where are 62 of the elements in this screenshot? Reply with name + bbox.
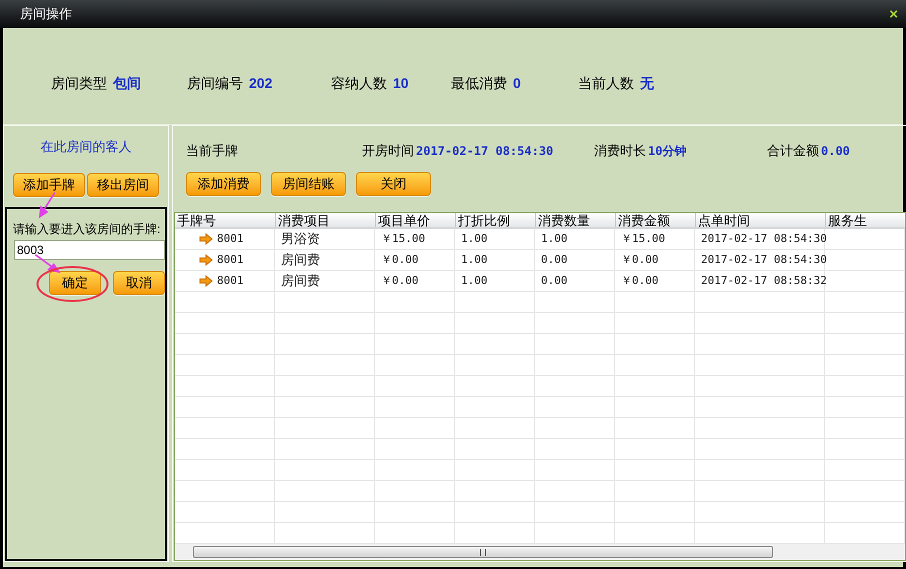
table-cell-text: 8001: [217, 252, 244, 268]
action-button[interactable]: 确定: [49, 270, 101, 294]
table-cell-text: 1.00: [461, 272, 488, 289]
info-label: 当前人数: [578, 74, 634, 92]
info-value: 无: [640, 74, 654, 92]
stat-value: 0.00: [821, 143, 850, 160]
scrollbar-thumb[interactable]: [193, 546, 773, 558]
table-cell-text: 2017-02-17 08:54:30: [701, 252, 827, 268]
close-button[interactable]: ×: [889, 6, 898, 22]
stat-value: 10分钟: [648, 143, 686, 160]
arrow-icon: [199, 233, 213, 245]
table-cell-text: 2017-02-17 08:54:30: [701, 230, 827, 247]
table-cell-text: ￥15.00: [621, 230, 666, 247]
current-tag-label: 当前手牌: [186, 142, 239, 160]
action-button[interactable]: 添加手牌: [13, 172, 85, 196]
stat-label: 消费时长: [594, 142, 646, 160]
table-cell-text: 0.00: [541, 272, 568, 289]
table-cell-text: ￥0.00: [381, 272, 418, 289]
stat-label: 开房时间: [362, 142, 414, 160]
table-cell-text: 1.00: [461, 252, 488, 268]
table-cell-text: 0.00: [541, 252, 568, 268]
action-button[interactable]: 移出房间: [87, 172, 159, 196]
column-header[interactable]: 服务生: [825, 213, 905, 227]
table-cell-text: 1.00: [461, 230, 488, 247]
info-value: 0: [513, 74, 521, 92]
column-header[interactable]: 打折比例: [455, 213, 535, 227]
info-value: 202: [249, 74, 272, 92]
info-value: 包间: [113, 74, 141, 92]
action-button[interactable]: 关闭: [356, 172, 431, 196]
info-value: 10: [393, 74, 409, 92]
prompt-label: 请输入要进入该房间的手牌:: [13, 220, 160, 236]
info-label: 最低消费: [451, 74, 507, 92]
table-cell-text: 房间费: [281, 251, 320, 270]
action-button[interactable]: 添加消费: [186, 172, 261, 196]
arrow-icon: [199, 254, 213, 266]
info-label: 房间编号: [187, 74, 243, 92]
stat-value: 2017-02-17 08:54:30: [416, 143, 554, 160]
table-cell-text: 男浴资: [281, 230, 320, 248]
info-label: 房间类型: [51, 74, 107, 92]
window-title: 房间操作: [20, 5, 72, 24]
panel-title: 在此房间的客人: [40, 138, 132, 156]
table-cell-text: 8001: [217, 230, 244, 247]
tag-input-field[interactable]: 8003: [14, 240, 165, 260]
action-button[interactable]: 房间结账: [271, 172, 346, 196]
action-button[interactable]: 取消: [113, 270, 165, 294]
arrow-icon: [199, 275, 213, 287]
column-header[interactable]: 点单时间: [695, 213, 825, 227]
column-header[interactable]: 消费金额: [615, 213, 695, 227]
column-header[interactable]: 手牌号: [175, 213, 275, 227]
table-cell-text: 8001: [217, 272, 244, 289]
table-cell-text: ￥0.00: [381, 252, 418, 268]
table-cell-text: ￥0.00: [621, 272, 658, 289]
table-cell-text: 2017-02-17 08:58:32: [701, 272, 827, 289]
column-header[interactable]: 消费项目: [275, 213, 375, 227]
table-cell-text: 1.00: [541, 230, 568, 247]
stat-label: 合计金额: [767, 142, 819, 160]
column-header[interactable]: 消费数量: [535, 213, 615, 227]
table-cell-text: 房间费: [281, 272, 320, 290]
column-header[interactable]: 项目单价: [375, 213, 455, 227]
info-label: 容纳人数: [331, 74, 387, 92]
table-cell-text: ￥0.00: [621, 252, 658, 268]
table-cell-text: ￥15.00: [381, 230, 426, 247]
